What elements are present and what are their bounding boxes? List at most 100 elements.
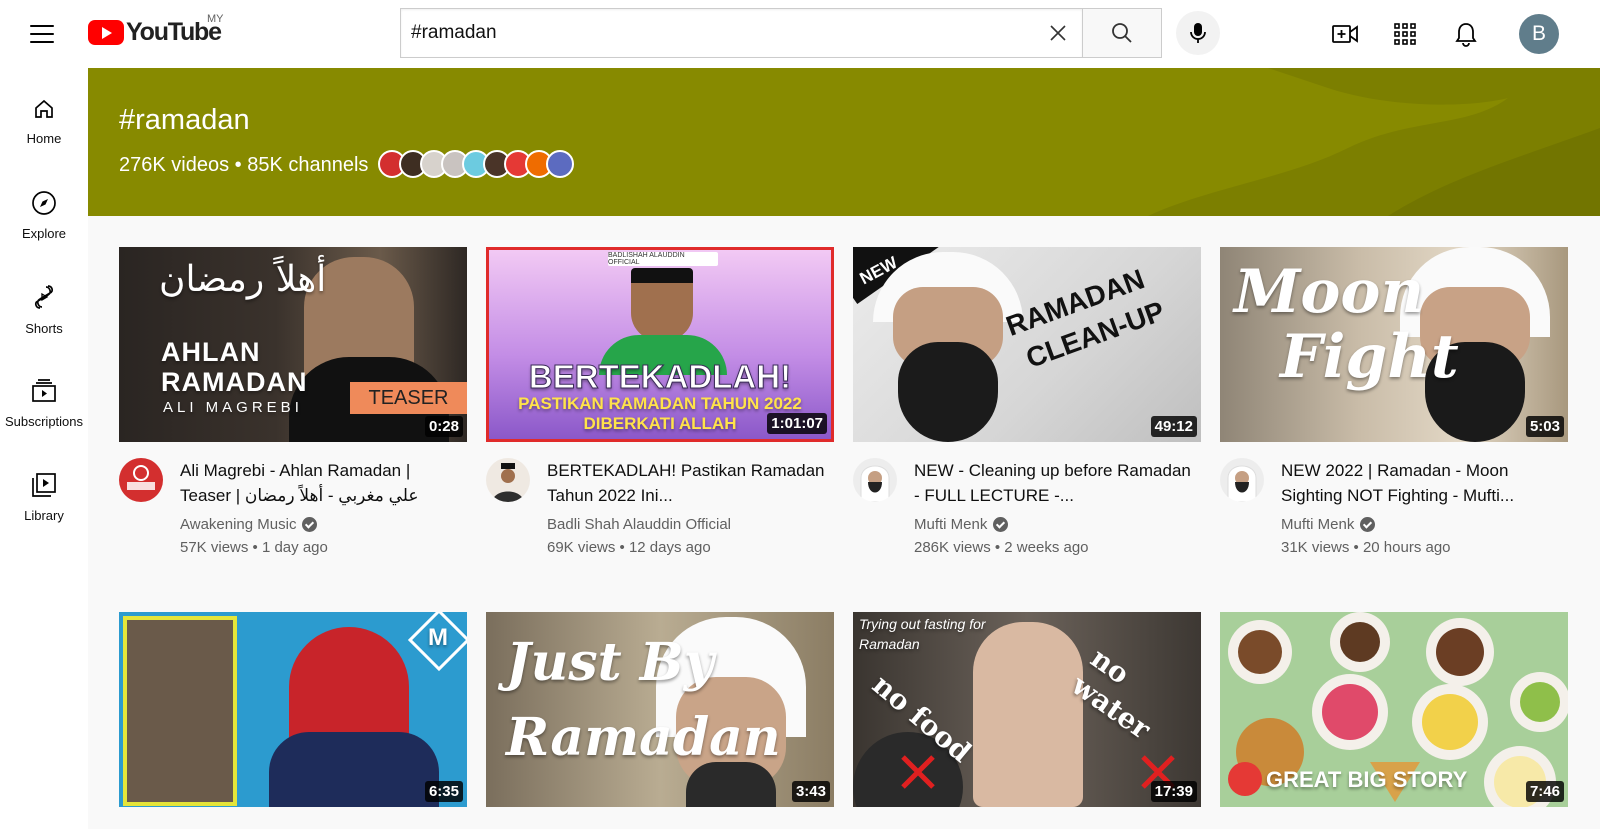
microphone-icon — [1190, 23, 1206, 43]
verified-badge-icon — [302, 517, 318, 532]
video-card[interactable]: GREAT BIG STORY 7:46 — [1220, 612, 1568, 807]
video-card[interactable]: NEW RAMADAN CLEAN-UP 49:12 NEW - Cleanin… — [853, 247, 1201, 562]
video-thumbnail[interactable]: NEW RAMADAN CLEAN-UP 49:12 — [853, 247, 1201, 442]
library-icon — [32, 472, 56, 497]
video-stats: 31K views • 20 hours ago — [1281, 539, 1451, 556]
video-duration: 0:28 — [424, 416, 463, 437]
video-card[interactable]: Trying out fasting for Ramadan no food n… — [853, 612, 1201, 807]
sidebar-item-explore[interactable]: Explore — [0, 176, 88, 254]
video-thumbnail[interactable]: M 6:35 — [119, 612, 467, 807]
search-bar — [400, 8, 1162, 58]
youtube-logo[interactable]: YouTube — [88, 18, 222, 47]
account-avatar[interactable]: B — [1519, 14, 1559, 54]
video-thumbnail[interactable]: Trying out fasting for Ramadan no food n… — [853, 612, 1201, 807]
apps-grid-icon[interactable] — [1387, 16, 1423, 52]
clear-search-icon[interactable] — [1034, 9, 1082, 57]
channel-name[interactable]: Awakening Music — [180, 516, 318, 533]
channel-name-text: Badli Shah Alauddin Official — [547, 516, 732, 533]
thumbnail-caption: Trying out fasting for Ramadan — [859, 616, 986, 652]
notifications-bell-icon[interactable] — [1448, 16, 1484, 52]
channel-name[interactable]: Badli Shah Alauddin Official — [547, 516, 731, 533]
inset-photo — [123, 616, 237, 806]
video-card[interactable]: أهلاً رمضان AHLAN RAMADAN ALI MAGREBI TE… — [119, 247, 467, 562]
subscriptions-icon — [32, 378, 56, 402]
search-input[interactable] — [411, 22, 1034, 44]
thumbnail-arabic-text: أهلاً رمضان — [159, 259, 327, 300]
video-duration: 5:03 — [1525, 416, 1564, 437]
sidebar-item-subscriptions[interactable]: Subscriptions — [0, 364, 88, 442]
video-duration: 3:43 — [791, 781, 830, 802]
video-card[interactable]: Just By Ramadan 3:43 — [486, 612, 834, 807]
video-thumbnail[interactable]: أهلاً رمضان AHLAN RAMADAN ALI MAGREBI TE… — [119, 247, 467, 442]
sidebar-item-library[interactable]: Library — [0, 458, 88, 536]
video-thumbnail[interactable]: BADLISHAH ALAUDDIN OFFICIAL BERTEKADLAH!… — [486, 247, 834, 442]
channel-name[interactable]: Mufti Menk — [914, 516, 1009, 533]
channel-avatar[interactable] — [119, 458, 163, 502]
video-meta: BERTEKADLAH! Pastikan Ramadan Tahun 2022… — [486, 442, 834, 562]
hashtag-title: #ramadan — [119, 104, 250, 136]
channel-name-text: Mufti Menk — [1281, 516, 1355, 533]
verified-badge-icon — [993, 517, 1009, 532]
hashtag-banner: #ramadan 276K videos • 85K channels — [88, 68, 1600, 216]
thumbnail-text: PASTIKAN RAMADAN TAHUN 2022 — [518, 394, 802, 413]
person-beard — [898, 342, 998, 442]
sidebar-item-shorts[interactable]: Shorts — [0, 270, 88, 348]
thumbnail-text: RAMADAN — [161, 367, 308, 397]
hamburger-menu-icon[interactable] — [24, 20, 60, 48]
video-card[interactable]: Moon Fight 5:03 NEW 2022 | Ramadan - Moo… — [1220, 247, 1568, 562]
video-title[interactable]: BERTEKADLAH! Pastikan Ramadan Tahun 2022… — [547, 458, 832, 508]
create-video-icon[interactable] — [1327, 16, 1363, 52]
shorts-icon — [34, 284, 54, 309]
video-stats: 57K views • 1 day ago — [180, 539, 328, 556]
thumbnail-text: BERTEKADLAH! — [528, 358, 792, 396]
brand-logo-letter: M — [428, 624, 448, 651]
channel-name-text: Mufti Menk — [914, 516, 988, 533]
thumbnail-brand-text: GREAT BIG STORY — [1266, 767, 1468, 792]
youtube-play-icon — [88, 20, 124, 45]
video-title[interactable]: Ali Magrebi - Ahlan Ramadan | Teaser | ع… — [180, 458, 465, 508]
channel-avatar-stack[interactable] — [378, 150, 574, 178]
thumbnail-text: ALI MAGREBI — [163, 399, 303, 416]
video-title[interactable]: NEW - Cleaning up before Ramadan - FULL … — [914, 458, 1199, 508]
search-icon — [1112, 23, 1132, 43]
video-duration: 17:39 — [1150, 781, 1197, 802]
sidebar-label-home: Home — [26, 130, 62, 146]
video-card[interactable]: BADLISHAH ALAUDDIN OFFICIAL BERTEKADLAH!… — [486, 247, 834, 562]
video-title[interactable]: NEW 2022 | Ramadan - Moon Sighting NOT F… — [1281, 458, 1566, 508]
video-thumbnail[interactable]: Moon Fight 5:03 — [1220, 247, 1568, 442]
voice-search-button[interactable] — [1176, 11, 1220, 55]
channel-name[interactable]: Mufti Menk — [1281, 516, 1376, 533]
top-bar: YouTube MY B — [0, 0, 1600, 68]
channel-avatar[interactable] — [486, 458, 530, 502]
sidebar-label-explore: Explore — [21, 225, 67, 241]
thumbnail-text: no water — [1065, 641, 1157, 746]
sidebar-item-home[interactable]: Home — [0, 82, 88, 160]
thumbnail-channel-tag: BADLISHAH ALAUDDIN OFFICIAL — [608, 252, 718, 266]
songkok-hat — [631, 268, 693, 284]
video-meta: NEW 2022 | Ramadan - Moon Sighting NOT F… — [1220, 442, 1568, 562]
video-thumbnail[interactable]: Just By Ramadan 3:43 — [486, 612, 834, 807]
video-duration: 1:01:07 — [767, 413, 827, 434]
region-code: MY — [207, 13, 224, 25]
video-card[interactable]: M 6:35 — [119, 612, 467, 807]
channel-avatar — [546, 150, 574, 178]
sidebar-label-library: Library — [24, 507, 64, 523]
video-meta: NEW - Cleaning up before Ramadan - FULL … — [853, 442, 1201, 562]
search-button[interactable] — [1082, 8, 1162, 58]
thumbnail-text: Moon — [1234, 257, 1425, 327]
compass-icon — [32, 190, 56, 215]
teaser-badge: TEASER — [350, 382, 467, 414]
person-body — [269, 732, 439, 807]
channel-name-text: Awakening Music — [180, 516, 297, 533]
video-meta: Ali Magrebi - Ahlan Ramadan | Teaser | ع… — [119, 442, 467, 562]
channel-avatar[interactable] — [1220, 458, 1264, 502]
video-thumbnail[interactable]: GREAT BIG STORY 7:46 — [1220, 612, 1568, 807]
red-cross-icon — [898, 752, 938, 792]
hashtag-stats: 276K videos • 85K channels — [119, 154, 369, 176]
channel-avatar[interactable] — [853, 458, 897, 502]
video-duration: 49:12 — [1150, 416, 1197, 437]
great-big-story-logo-icon — [1228, 762, 1262, 796]
thumbnail-text: Ramadan — [506, 707, 781, 768]
thumbnail-text: Just By — [506, 632, 714, 693]
sidebar: Home Explore Shorts Subscriptions Librar… — [0, 68, 88, 829]
